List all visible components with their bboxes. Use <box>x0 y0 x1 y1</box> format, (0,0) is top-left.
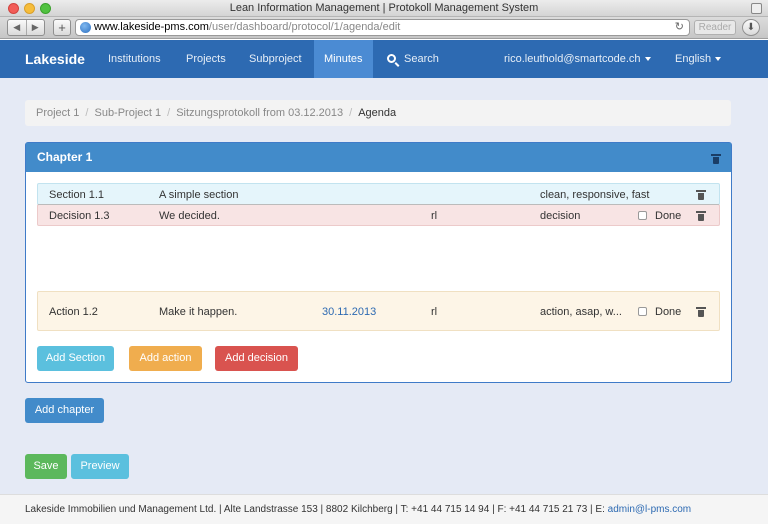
decision-done-checkbox[interactable] <box>638 211 647 220</box>
window-title: Lean Information Management | Protokoll … <box>229 2 539 14</box>
footer-email-link[interactable]: admin@l-pms.com <box>608 504 692 515</box>
nav-institutions[interactable]: Institutions <box>98 40 171 78</box>
delete-decision-icon[interactable] <box>696 211 706 221</box>
nav-subproject[interactable]: Subproject <box>239 40 312 78</box>
close-window-button[interactable] <box>8 3 19 14</box>
page-footer: Lakeside Immobilien und Management Ltd. … <box>0 494 768 524</box>
address-bar[interactable]: www.lakeside-pms.com/user/dashboard/prot… <box>75 19 690 36</box>
chapter-panel: Chapter 1 Section 1.1 A simple section c… <box>25 142 732 383</box>
action-number: Action 1.2 <box>49 306 98 318</box>
decision-text: We decided. <box>159 210 220 222</box>
action-text: Make it happen. <box>159 306 238 318</box>
language-label: English <box>675 53 712 65</box>
minimize-window-button[interactable] <box>24 3 35 14</box>
action-done-checkbox[interactable] <box>638 307 647 316</box>
delete-section-icon[interactable] <box>696 190 706 200</box>
breadcrumb-project[interactable]: Project 1 <box>36 107 79 119</box>
save-button[interactable]: Save <box>25 454 67 479</box>
language-menu[interactable]: English <box>665 40 731 78</box>
breadcrumb-protocol[interactable]: Sitzungsprotokoll from 03.12.2013 <box>176 107 343 119</box>
action-row[interactable]: Action 1.2 Make it happen. 30.11.2013 rl… <box>37 291 720 331</box>
section-tags: clean, responsive, fast <box>540 189 650 201</box>
action-tags: action, asap, w... <box>540 306 622 318</box>
section-number: Section 1.1 <box>49 189 105 201</box>
zoom-window-button[interactable] <box>40 3 51 14</box>
forward-button[interactable]: ▶ <box>27 20 45 35</box>
url-path: /user/dashboard/protocol/1/agenda/edit <box>208 21 401 33</box>
new-tab-button[interactable]: + <box>53 19 71 36</box>
add-section-button[interactable]: Add Section <box>37 346 114 371</box>
downloads-icon[interactable]: ⬇ <box>742 19 760 36</box>
delete-action-icon[interactable] <box>696 307 706 317</box>
window-titlebar: Lean Information Management | Protokoll … <box>0 0 768 17</box>
browser-toolbar: ◀ ▶ + www.lakeside-pms.com/user/dashboar… <box>0 17 768 39</box>
url-host: www.lakeside-pms.com <box>94 21 209 33</box>
breadcrumb: Project 1/Sub-Project 1/Sitzungsprotokol… <box>25 100 731 126</box>
chapter-title[interactable]: Chapter 1 <box>37 150 92 164</box>
breadcrumb-subproject[interactable]: Sub-Project 1 <box>94 107 161 119</box>
decision-owner: rl <box>431 210 438 222</box>
action-owner: rl <box>431 306 438 318</box>
decision-number: Decision 1.3 <box>49 210 110 222</box>
chapter-header: Chapter 1 <box>26 143 731 172</box>
decision-done-label: Done <box>655 210 682 222</box>
page-content: Project 1/Sub-Project 1/Sitzungsprotokol… <box>0 78 768 494</box>
user-menu[interactable]: rico.leuthold@smartcode.ch <box>494 40 661 78</box>
add-chapter-button[interactable]: Add chapter <box>25 398 104 423</box>
action-done-label: Done <box>655 306 682 318</box>
fullscreen-icon[interactable] <box>751 3 762 14</box>
footer-text: Lakeside Immobilien und Management Ltd. … <box>25 504 608 515</box>
globe-icon <box>80 22 91 33</box>
nav-minutes[interactable]: Minutes <box>314 40 373 78</box>
user-email: rico.leuthold@smartcode.ch <box>504 53 641 65</box>
nav-search[interactable]: Search <box>377 40 449 78</box>
chevron-down-icon <box>644 57 651 62</box>
delete-chapter-icon[interactable] <box>711 154 721 164</box>
search-icon <box>387 54 396 63</box>
main-navbar: Lakeside Institutions Projects Subprojec… <box>0 40 768 78</box>
chevron-down-icon <box>715 57 722 62</box>
back-button[interactable]: ◀ <box>8 20 27 35</box>
reader-button[interactable]: Reader <box>694 20 736 35</box>
section-row[interactable]: Section 1.1 A simple section clean, resp… <box>37 183 720 205</box>
brand-logo[interactable]: Lakeside <box>25 40 85 78</box>
decision-tags: decision <box>540 210 581 222</box>
history-buttons: ◀ ▶ <box>7 19 45 36</box>
add-action-button[interactable]: Add action <box>129 346 202 371</box>
add-decision-button[interactable]: Add decision <box>215 346 298 371</box>
nav-projects[interactable]: Projects <box>176 40 236 78</box>
nav-search-label: Search <box>404 53 439 65</box>
breadcrumb-current: Agenda <box>358 107 397 119</box>
reload-icon[interactable]: ↻ <box>675 20 684 35</box>
action-date[interactable]: 30.11.2013 <box>322 292 376 332</box>
section-text: A simple section <box>159 189 239 201</box>
decision-row[interactable]: Decision 1.3 We decided. rl decision Don… <box>37 204 720 226</box>
preview-button[interactable]: Preview <box>71 454 129 479</box>
